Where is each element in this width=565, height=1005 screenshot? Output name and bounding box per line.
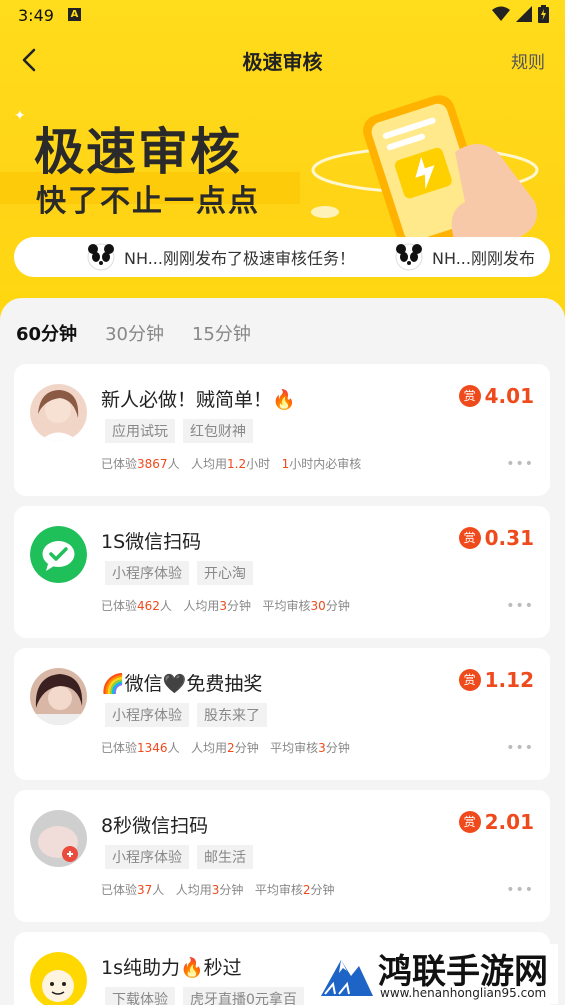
reward-badge-icon: 赏 <box>458 669 481 691</box>
duration-tabs: 60分钟 30分钟 15分钟 <box>16 320 251 350</box>
notification-a-icon: A <box>68 8 81 21</box>
task-tag: 邮生活 <box>197 845 253 869</box>
tab-15-minutes[interactable]: 15分钟 <box>192 320 251 350</box>
ticker-text: NH...刚刚发布 <box>432 249 535 268</box>
sparkle-icon: ✦ <box>14 108 26 124</box>
task-tags: 下载体验 虎牙直播0元拿百 <box>105 987 304 1005</box>
task-card[interactable]: 1S微信扫码 小程序体验 开心淘 已体验462人 人均用3分钟 平均审核30分钟… <box>14 506 550 638</box>
task-tags: 小程序体验 邮生活 <box>105 845 253 869</box>
task-title: 8秒微信扫码 <box>101 815 209 837</box>
watermark-url: www.henanhonglian95.com <box>380 986 547 1000</box>
task-tag: 小程序体验 <box>105 703 189 727</box>
reward-amount: 2.01 <box>484 810 534 834</box>
mountain-logo-icon <box>319 946 375 1002</box>
task-stats: 已体验37人 人均用3分钟 平均审核2分钟 <box>101 883 335 897</box>
more-icon[interactable]: ••• <box>506 456 534 472</box>
phone-hand-illustration <box>311 95 539 242</box>
ticker-item: NH...刚刚发布 <box>394 237 535 277</box>
more-icon[interactable]: ••• <box>506 598 534 614</box>
wechat-logo-icon <box>30 526 87 583</box>
task-tags: 应用试玩 红包财神 <box>105 419 253 443</box>
user-avatar <box>30 384 87 441</box>
tab-label: 60分钟 <box>16 324 78 345</box>
task-tag: 小程序体验 <box>105 845 189 869</box>
ticker-text: NH...刚刚发布了极速审核任务！ <box>124 249 355 268</box>
task-tag: 开心淘 <box>197 561 253 585</box>
user-avatar <box>30 952 87 1005</box>
task-stats: 已体验1346人 人均用2分钟 平均审核3分钟 <box>101 741 350 755</box>
promo-banner: ✦ 极速审核 快了不止一点点 <box>0 92 565 242</box>
tab-label: 15分钟 <box>191 324 251 345</box>
task-tag: 下载体验 <box>105 987 175 1005</box>
reward-amount: 1.12 <box>484 668 534 692</box>
reward-badge-icon: 赏 <box>458 811 481 833</box>
task-card[interactable]: 8秒微信扫码 小程序体验 邮生活 已体验37人 人均用3分钟 平均审核2分钟 赏… <box>14 790 550 922</box>
task-stats: 已体验462人 人均用3分钟 平均审核30分钟 <box>101 599 350 613</box>
more-icon[interactable]: ••• <box>506 740 534 756</box>
user-avatar <box>30 668 87 725</box>
task-tags: 小程序体验 开心淘 <box>105 561 253 585</box>
task-tag: 小程序体验 <box>105 561 189 585</box>
task-title: 1s纯助力🔥秒过 <box>101 957 242 979</box>
page-title: 极速审核 <box>242 50 323 74</box>
nav-bar: 极速审核 规则 <box>0 36 565 82</box>
task-card[interactable]: 新人必做！贼简单！🔥 应用试玩 红包财神 已体验3867人 人均用1.2小时 1… <box>14 364 550 496</box>
task-title: 1S微信扫码 <box>101 531 202 553</box>
reward: 赏 2.01 <box>458 810 534 834</box>
task-tag: 股东来了 <box>197 703 267 727</box>
status-icons <box>492 5 549 23</box>
banner-title: 极速审核 <box>34 123 242 181</box>
task-tags: 小程序体验 股东来了 <box>105 703 267 727</box>
status-time: 3:49 <box>18 6 54 25</box>
panda-avatar-icon <box>395 243 423 271</box>
task-card[interactable]: 🌈微信🖤免费抽奖 小程序体验 股东来了 已体验1346人 人均用2分钟 平均审核… <box>14 648 550 780</box>
site-watermark: 鸿联手游网 www.henanhonglian95.com <box>316 944 558 1004</box>
more-icon[interactable]: ••• <box>506 882 534 898</box>
battery-icon <box>538 5 549 23</box>
tab-60-minutes[interactable]: 60分钟 <box>16 320 78 350</box>
wifi-icon <box>492 6 510 21</box>
task-tag: 应用试玩 <box>105 419 175 443</box>
rules-link[interactable]: 规则 <box>511 48 545 73</box>
banner-subtitle: 快了不止一点点 <box>36 184 260 219</box>
reward-badge-icon: 赏 <box>458 385 481 407</box>
reward-amount: 4.01 <box>484 384 534 408</box>
reward: 赏 0.31 <box>458 526 534 550</box>
reward-amount: 0.31 <box>484 526 534 550</box>
announcement-ticker: NH...刚刚发布了极速审核任务！ NH...刚刚发布 <box>14 237 550 277</box>
signal-icon <box>516 6 532 22</box>
reward: 赏 1.12 <box>458 668 534 692</box>
task-title: 新人必做！贼简单！🔥 <box>101 389 296 411</box>
user-avatar <box>30 810 87 867</box>
ticker-item: NH...刚刚发布了极速审核任务！ <box>86 237 355 277</box>
tab-label: 30分钟 <box>105 324 164 345</box>
tab-30-minutes[interactable]: 30分钟 <box>105 320 164 350</box>
reward-badge-icon: 赏 <box>458 527 481 549</box>
task-tag: 红包财神 <box>183 419 253 443</box>
task-stats: 已体验3867人 人均用1.2小时 1小时内必审核 <box>101 457 362 471</box>
panda-avatar-icon <box>87 243 115 271</box>
task-tag: 虎牙直播0元拿百 <box>183 987 304 1005</box>
reward: 赏 4.01 <box>458 384 534 408</box>
status-bar: 3:49 A <box>0 0 565 32</box>
task-title: 🌈微信🖤免费抽奖 <box>101 673 263 695</box>
